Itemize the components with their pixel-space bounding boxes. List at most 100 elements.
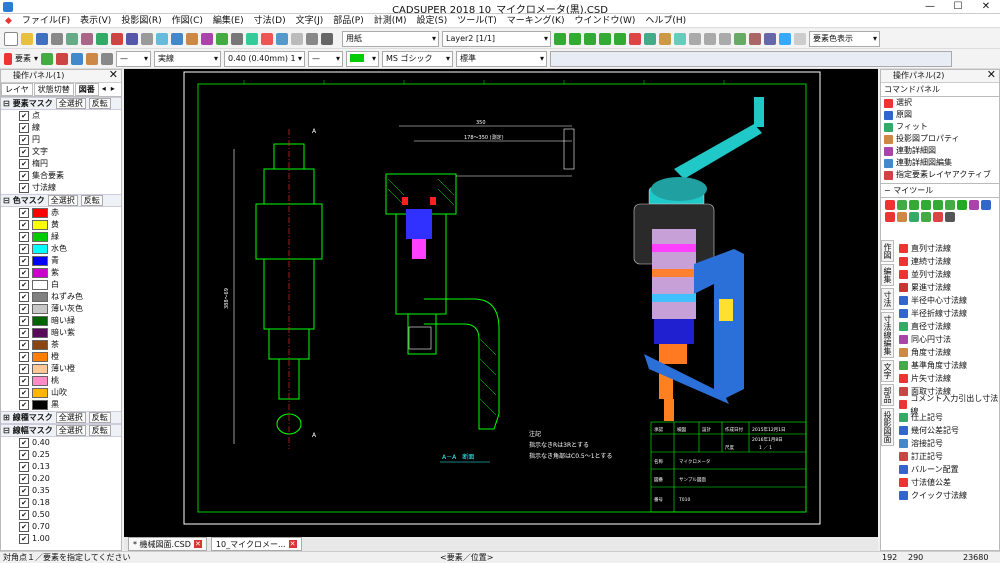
print-icon[interactable] (51, 32, 63, 45)
checkbox[interactable]: ✔ (19, 316, 29, 326)
close-button[interactable]: ✕ (972, 0, 1000, 14)
mytool-icon[interactable] (969, 200, 979, 210)
maximize-button[interactable]: ☐ (944, 0, 972, 14)
mytool-icon[interactable] (885, 212, 895, 222)
expand-icon[interactable]: ⊞ (3, 412, 10, 423)
linewidth-mask-item[interactable]: ✔ 0.40 (1, 437, 121, 449)
linewidth-mask-item[interactable]: ✔ 0.20 (1, 473, 121, 485)
dimension-tool[interactable]: 基準角度寸法線 (899, 359, 999, 372)
drawing-canvas[interactable]: 388～69 A A 350 178～350 (測定) A－A 断面 注記 指示… (124, 69, 878, 537)
dimension-tool[interactable]: 溶接記号 (899, 437, 999, 450)
checkbox[interactable]: ✔ (19, 147, 29, 157)
paste-icon[interactable] (126, 32, 138, 45)
measure-icon[interactable] (276, 32, 288, 45)
window-icon[interactable] (246, 32, 258, 45)
checkbox[interactable]: ✔ (19, 111, 29, 121)
mytool-icon[interactable] (909, 212, 919, 222)
text-a-icon[interactable] (689, 32, 701, 45)
menu-projection[interactable]: 投影図(R) (116, 14, 166, 27)
checkbox[interactable]: ✔ (19, 364, 29, 374)
dimension-tool[interactable]: 直列寸法線 (899, 242, 999, 255)
mytool-icon[interactable] (921, 212, 931, 222)
command-item[interactable]: 原図 (881, 109, 999, 121)
paper-select[interactable]: 用紙 (342, 30, 439, 47)
mytool-icon[interactable] (933, 200, 943, 210)
color-mask-item[interactable]: ✔ 緑 (1, 231, 121, 243)
vertical-tab[interactable]: 投影図面 (881, 408, 894, 446)
checkbox[interactable]: ✔ (19, 171, 29, 181)
checkbox[interactable]: ✔ (19, 486, 29, 496)
color-mask-item[interactable]: ✔ 橙 (1, 351, 121, 363)
dimension-tool[interactable]: 片矢寸法線 (899, 372, 999, 385)
color-mask-item[interactable]: ✔ 山吹 (1, 387, 121, 399)
checkbox[interactable]: ✔ (19, 256, 29, 266)
color-mask-item[interactable]: ✔ ねずみ色 (1, 291, 121, 303)
input-bar[interactable] (550, 50, 953, 67)
linewidth-mask-item[interactable]: ✔ 0.70 (1, 521, 121, 533)
checkbox[interactable]: ✔ (19, 438, 29, 448)
element-mask-select-all[interactable]: 全選択 (55, 98, 86, 109)
element-mask-item[interactable]: ✔ 線 (1, 122, 121, 134)
menu-file[interactable]: ファイル(F) (17, 14, 75, 27)
text-b-icon[interactable] (704, 32, 716, 45)
layer-color-icon[interactable] (674, 32, 686, 45)
checkbox[interactable]: ✔ (19, 159, 29, 169)
linewidth-mask-item[interactable]: ✔ 0.35 (1, 485, 121, 497)
menu-measure[interactable]: 計測(M) (369, 14, 412, 27)
mytool-icon[interactable] (897, 212, 907, 222)
cut-icon[interactable] (111, 32, 123, 45)
prop-tool2-icon[interactable] (56, 52, 69, 65)
checkbox[interactable]: ✔ (19, 340, 29, 350)
color-mask-item[interactable]: ✔ 茶 (1, 339, 121, 351)
element-dropdown-icon[interactable]: ▾ (34, 54, 38, 63)
layer-copy-icon[interactable] (644, 32, 656, 45)
checkbox[interactable]: ✔ (19, 510, 29, 520)
linewidth-mask-item[interactable]: ✔ 0.13 (1, 461, 121, 473)
marker-icon[interactable] (261, 32, 273, 45)
linewidth-mask-item[interactable]: ✔ 0.50 (1, 509, 121, 521)
mytool-icon[interactable] (921, 200, 931, 210)
dots-icon[interactable] (321, 32, 333, 45)
menu-window[interactable]: ウインドウ(W) (569, 14, 640, 27)
checkbox[interactable]: ✔ (19, 208, 29, 218)
line-style-select[interactable]: — (116, 50, 152, 67)
menu-tools[interactable]: ツール(T) (452, 14, 502, 27)
tab-prev-icon[interactable]: ◂ (100, 83, 108, 96)
collapse-icon[interactable]: ⊟ (3, 195, 10, 206)
checkbox[interactable]: ✔ (19, 352, 29, 362)
dimension-tool[interactable]: 角度寸法線 (899, 346, 999, 359)
font-select[interactable]: MS ゴシック (382, 50, 454, 67)
line-end-select[interactable]: — (308, 50, 344, 67)
dimension-tool[interactable]: 連続寸法線 (899, 255, 999, 268)
dimension-tool[interactable]: 並列寸法線 (899, 268, 999, 281)
vertical-tab[interactable]: 作図 (881, 240, 894, 262)
dimension-tool[interactable]: 累進寸法線 (899, 281, 999, 294)
menu-edit[interactable]: 編集(E) (208, 14, 249, 27)
tool-b-icon[interactable] (749, 32, 761, 45)
linewidth-mask-item[interactable]: ✔ 0.18 (1, 497, 121, 509)
checkbox[interactable]: ✔ (19, 183, 29, 193)
layer-hide-icon[interactable] (614, 32, 626, 45)
color-mask-item[interactable]: ✔ 暗い緑 (1, 315, 121, 327)
checkbox[interactable]: ✔ (19, 400, 29, 410)
app-menu-icon[interactable]: ◆ (0, 14, 17, 27)
layer-show-icon[interactable] (599, 32, 611, 45)
mytool-icon[interactable] (933, 212, 943, 222)
checkbox[interactable]: ✔ (19, 522, 29, 532)
dimension-tool[interactable]: 半径折線寸法線 (899, 307, 999, 320)
element-mask-item[interactable]: ✔ 点 (1, 110, 121, 122)
menu-dimension[interactable]: 寸法(D) (249, 14, 291, 27)
collapse-icon[interactable]: − (884, 186, 891, 195)
color-mask-item[interactable]: ✔ 白 (1, 279, 121, 291)
tab-state[interactable]: 状態切替 (33, 83, 74, 96)
layer-up-icon[interactable] (554, 32, 566, 45)
color-mask-item[interactable]: ✔ 桃 (1, 375, 121, 387)
checkbox[interactable]: ✔ (19, 232, 29, 242)
command-item[interactable]: 投影図プロパティ (881, 133, 999, 145)
color-display-select[interactable]: 要素色表示 (809, 30, 880, 47)
command-item[interactable]: 連動詳細図編集 (881, 157, 999, 169)
checkbox[interactable]: ✔ (19, 462, 29, 472)
vertical-tab[interactable]: 文字 (881, 360, 894, 382)
linewidth-mask-item[interactable]: ✔ 0.25 (1, 449, 121, 461)
checkbox[interactable]: ✔ (19, 328, 29, 338)
